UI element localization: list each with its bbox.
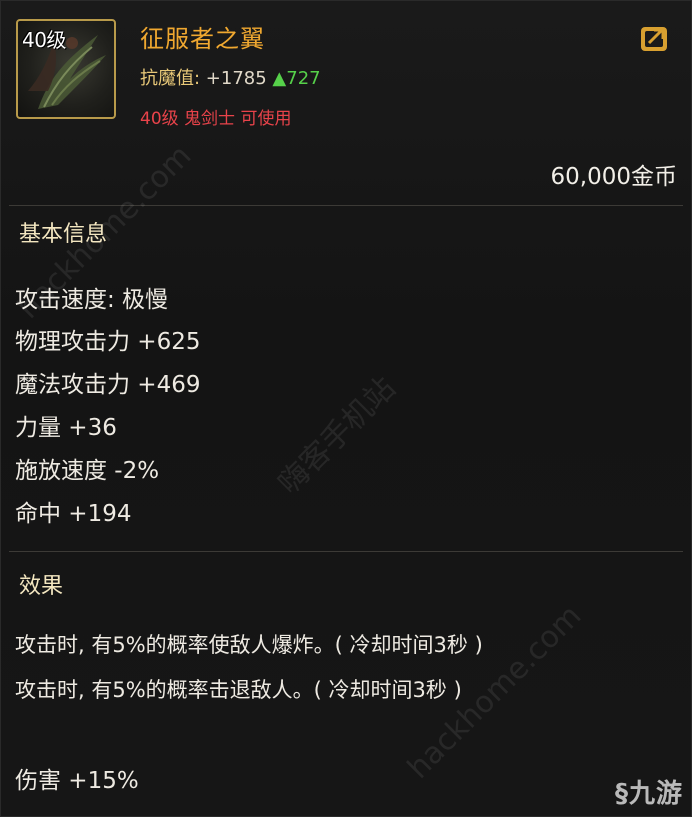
- logo-mark-icon: §: [614, 779, 629, 809]
- tooltip-header: 40级 征服者之翼 抗魔值: +1785 ▲727 40级 鬼剑士 可使用 60…: [1, 1, 691, 206]
- watermark-site-cn: 嗨客手机站: [271, 370, 403, 502]
- effect-title: 效果: [19, 574, 64, 599]
- effect-line: 攻击时, 有5%的概率击退敌人。( 冷却时间3秒 ): [15, 678, 462, 702]
- corner-brand-logo: §九游: [615, 773, 683, 810]
- attribute-line: 命中 +194: [15, 501, 132, 527]
- effect-divider: [9, 551, 683, 552]
- item-level-badge: 40级: [22, 28, 66, 52]
- item-name: 征服者之翼: [140, 25, 265, 53]
- attribute-line: 力量 +36: [15, 415, 117, 441]
- attribute-line: 魔法攻击力 +469: [15, 372, 201, 398]
- item-tooltip: 40级 征服者之翼 抗魔值: +1785 ▲727 40级 鬼剑士 可使用 60…: [0, 0, 692, 817]
- logo-text: 九游: [628, 779, 683, 809]
- attribute-line: 施放速度 -2%: [15, 458, 160, 484]
- item-price: 60,000金币: [550, 164, 677, 190]
- usage-requirement: 40级 鬼剑士 可使用: [140, 109, 292, 129]
- magic-resist-stat: 抗魔值: +1785 ▲727: [140, 64, 321, 90]
- wing-equipment-icon[interactable]: 40级: [16, 19, 116, 119]
- share-export-icon[interactable]: [639, 21, 671, 53]
- magic-resist-delta: ▲727: [272, 68, 321, 89]
- damage-bonus: 伤害 +15%: [15, 768, 139, 794]
- effect-line: 攻击时, 有5%的概率使敌人爆炸。( 冷却时间3秒 ): [15, 633, 483, 657]
- magic-resist-value: +1785: [200, 68, 273, 89]
- attribute-line: 物理攻击力 +625: [15, 329, 201, 355]
- magic-resist-label: 抗魔值:: [140, 68, 201, 89]
